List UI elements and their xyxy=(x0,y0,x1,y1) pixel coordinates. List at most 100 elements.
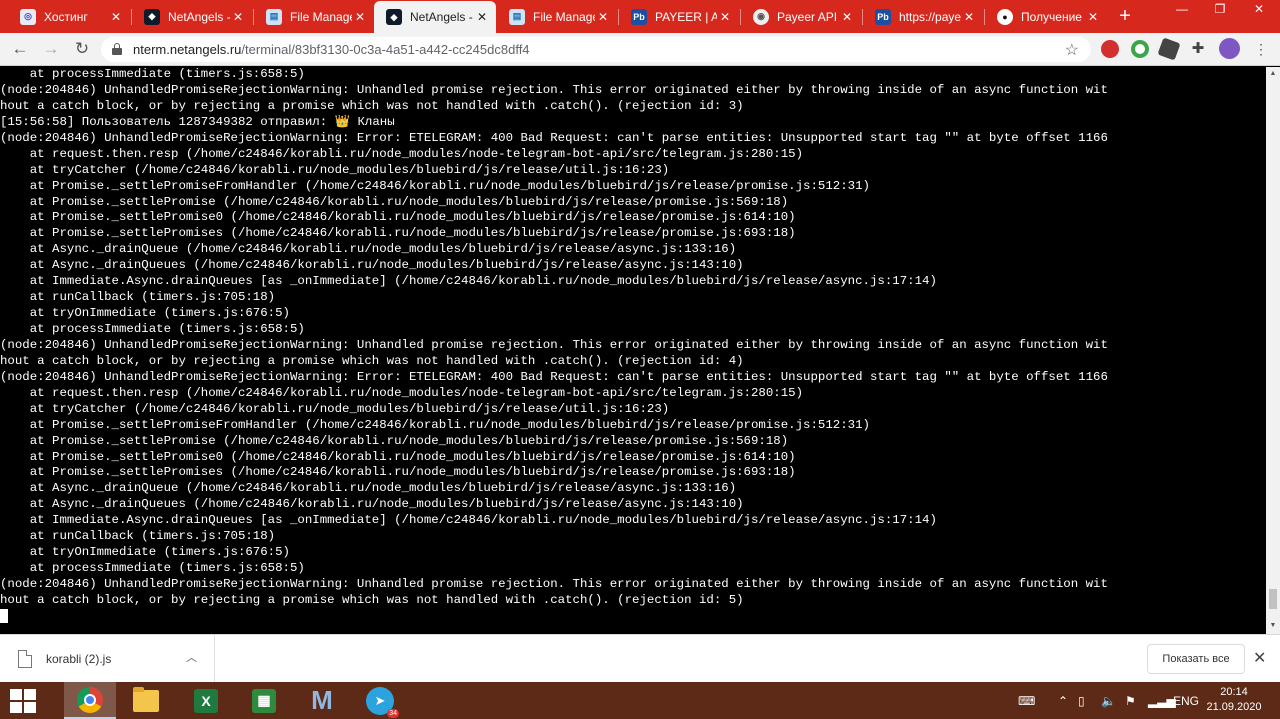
download-item[interactable]: korabli (2).js ︿ xyxy=(0,635,215,683)
volume-icon[interactable]: 🔈 xyxy=(1101,682,1116,719)
close-icon[interactable]: ✕ xyxy=(717,10,733,24)
excel-icon: X xyxy=(194,688,218,713)
excel-taskbar-button[interactable]: X xyxy=(180,682,232,719)
leaf-extension-icon[interactable] xyxy=(1157,37,1181,61)
tab-label: File Manage xyxy=(533,9,595,24)
close-icon[interactable]: ✕ xyxy=(961,10,977,24)
tab-label: NetAngels - xyxy=(168,9,230,24)
tab-file-manager-2[interactable]: ▤ File Manage ✕ xyxy=(497,0,617,33)
file-explorer-icon xyxy=(133,686,159,712)
netangels-icon: ◆ xyxy=(144,8,160,25)
address-bar[interactable]: nterm.netangels.ru/terminal/83bf3130-0c3… xyxy=(101,37,1091,62)
tab-file-manager-1[interactable]: ▤ File Manage ✕ xyxy=(254,0,374,33)
terminal-line: at Promise._settlePromise (/home/c24846/… xyxy=(0,433,789,448)
payeer-icon: Pb xyxy=(875,8,891,25)
close-icon[interactable]: ✕ xyxy=(1085,10,1101,24)
telegram-icon: ➤ 34 xyxy=(366,686,399,718)
close-icon[interactable]: ✕ xyxy=(474,10,490,24)
tab-label: NetAngels - xyxy=(410,10,473,24)
terminal-line: at Async._drainQueues (/home/c24846/kora… xyxy=(0,258,744,273)
profile-avatar[interactable] xyxy=(1219,38,1240,59)
tab-label: Payeer API ( xyxy=(777,9,839,24)
terminal-line: hout a catch block, or by rejecting a pr… xyxy=(0,592,744,607)
terminal-prompt[interactable] xyxy=(0,608,1266,625)
tab-netangels-1[interactable]: ◆ NetAngels - ✕ xyxy=(132,0,252,33)
scrollbar-thumb[interactable] xyxy=(1269,589,1277,609)
url-host: nterm.netangels.ru xyxy=(133,42,242,57)
language-indicator[interactable]: ENG xyxy=(1173,682,1199,719)
terminal-line: at tryOnImmediate (timers.js:676:5) xyxy=(0,545,290,560)
flag-icon[interactable]: ⚑ xyxy=(1125,682,1136,719)
chrome-taskbar-button[interactable] xyxy=(64,682,116,719)
scroll-down-icon[interactable]: ▼ xyxy=(1269,622,1277,630)
windows-start-icon[interactable] xyxy=(10,689,36,713)
terminal-line: at request.then.resp (/home/c24846/korab… xyxy=(0,146,804,161)
terminal-line: at tryCatcher (/home/c24846/korabli.ru/n… xyxy=(0,401,670,416)
close-icon[interactable]: ✕ xyxy=(839,10,855,24)
tab-hosting[interactable]: ◎ Хостинг ✕ xyxy=(8,0,130,33)
bookmark-star-icon[interactable]: ☆ xyxy=(1065,40,1079,60)
tab-label: File Manage xyxy=(290,9,352,24)
terminal-output[interactable]: at processImmediate (timers.js:658:5) (no… xyxy=(0,67,1266,634)
scroll-up-icon[interactable]: ▲ xyxy=(1269,70,1277,78)
reload-button[interactable]: ↻ xyxy=(71,38,93,60)
extensions-puzzle-icon[interactable]: ✚ xyxy=(1189,40,1207,58)
menu-kebab-icon[interactable]: ⋮ xyxy=(1252,40,1270,58)
new-tab-button[interactable]: + xyxy=(1113,4,1137,28)
terminal-line: hout a catch block, or by rejecting a pr… xyxy=(0,98,744,113)
tray-expand-icon[interactable]: ⌃ xyxy=(1058,682,1068,719)
minimize-button[interactable]: — xyxy=(1163,0,1201,28)
close-icon[interactable]: ✕ xyxy=(108,10,124,24)
m-app-taskbar-button[interactable]: M xyxy=(296,682,348,719)
keyboard-icon[interactable]: ⌨ xyxy=(1018,682,1035,719)
clock-time: 20:14 xyxy=(1220,686,1248,698)
payeer-icon: Pb xyxy=(631,8,647,25)
close-window-button[interactable]: ✕ xyxy=(1240,0,1278,28)
hosting-icon: ◎ xyxy=(20,8,36,25)
show-all-button[interactable]: Показать все xyxy=(1147,644,1245,674)
url-path: /terminal/83bf3130-0c3a-4a51-a442-cc245d… xyxy=(241,42,530,57)
battery-icon[interactable]: ▯ xyxy=(1078,682,1085,719)
forward-button[interactable]: → xyxy=(40,38,62,60)
terminal-line: at Async._drainQueue (/home/c24846/korab… xyxy=(0,242,737,257)
tab-payeer-docs[interactable]: ◉ Payeer API ( ✕ xyxy=(741,0,861,33)
close-icon[interactable]: ✕ xyxy=(595,10,611,24)
terminal-line: (node:204846) UnhandledPromiseRejectionW… xyxy=(0,369,1108,384)
close-icon[interactable]: ✕ xyxy=(352,10,368,24)
system-clock[interactable]: 20:14 21.09.2020 xyxy=(1204,685,1264,715)
m-app-icon: M xyxy=(311,685,333,715)
calculator-taskbar-button[interactable]: ▦ xyxy=(238,682,290,719)
network-signal-icon[interactable]: ▂▃▅ xyxy=(1148,682,1176,719)
terminal-line: at Async._drainQueues (/home/c24846/kora… xyxy=(0,497,744,512)
tab-payeer-url[interactable]: Pb https://paye ✕ xyxy=(863,0,983,33)
terminal-line: at Promise._settlePromiseFromHandler (/h… xyxy=(0,417,870,432)
github-icon: ● xyxy=(997,8,1013,25)
terminal-line: at Immediate.Async.drainQueues [as _onIm… xyxy=(0,274,937,289)
terminal-line: at processImmediate (timers.js:658:5) xyxy=(0,322,305,336)
explorer-taskbar-button[interactable] xyxy=(120,682,172,719)
back-button[interactable]: ← xyxy=(9,38,31,60)
tab-label: PAYEER | AP xyxy=(655,9,717,24)
terminal-line: at Immediate.Async.drainQueues [as _onIm… xyxy=(0,513,937,528)
terminal-line: at Promise._settlePromise0 (/home/c24846… xyxy=(0,210,796,225)
close-icon[interactable]: ✕ xyxy=(230,10,246,24)
vertical-scrollbar[interactable]: ▲ ▼ xyxy=(1266,67,1280,634)
netangels-icon: ◆ xyxy=(386,9,402,25)
close-icon[interactable]: ✕ xyxy=(1253,648,1266,668)
terminal-line: [15:56:58] Пользователь 1287349382 отпра… xyxy=(0,114,395,129)
terminal-line: at processImmediate (timers.js:658:5) xyxy=(0,67,305,81)
terminal-line: at tryCatcher (/home/c24846/korabli.ru/n… xyxy=(0,162,670,177)
terminal-line: at Promise._settlePromises (/home/c24846… xyxy=(0,226,796,241)
tab-github[interactable]: ● Получение ✕ xyxy=(985,0,1107,33)
terminal-line: hout a catch block, or by rejecting a pr… xyxy=(0,353,744,368)
tab-netangels-active[interactable]: ◆ NetAngels - ✕ xyxy=(374,1,496,33)
terminal-line: at request.then.resp (/home/c24846/korab… xyxy=(0,385,804,400)
adblock-extension-icon[interactable] xyxy=(1101,40,1119,58)
telegram-taskbar-button[interactable]: ➤ 34 xyxy=(354,682,406,719)
green-circle-extension-icon[interactable] xyxy=(1131,40,1149,58)
clock-date: 21.09.2020 xyxy=(1206,701,1262,713)
chevron-up-icon[interactable]: ︿ xyxy=(186,649,197,665)
browser-toolbar: ← → ↻ nterm.netangels.ru/terminal/83bf31… xyxy=(0,33,1280,66)
tab-payeer-api[interactable]: Pb PAYEER | AP ✕ xyxy=(619,0,739,33)
restore-button[interactable]: ❐ xyxy=(1201,0,1239,28)
